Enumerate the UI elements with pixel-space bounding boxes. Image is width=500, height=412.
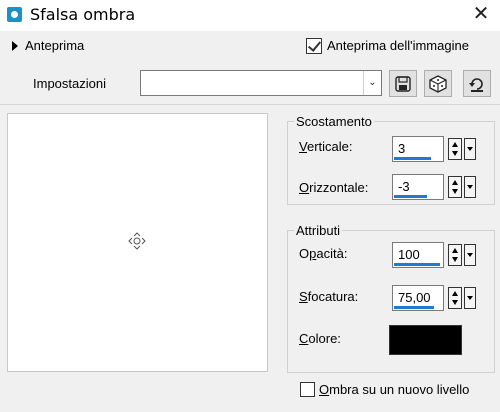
presets-dropdown[interactable]: [140, 70, 382, 96]
opacity-spinner[interactable]: 100: [392, 242, 478, 268]
shadow-color-swatch[interactable]: [389, 325, 462, 355]
blur-spinner[interactable]: 75,00: [392, 285, 478, 311]
image-preview-label[interactable]: Anteprima dell'immagine: [327, 38, 469, 53]
vertical-label: Verticale:: [299, 139, 353, 154]
save-preset-button[interactable]: [389, 70, 417, 97]
horizontal-label: Orizzontale:: [299, 180, 369, 195]
reset-button[interactable]: [463, 70, 491, 97]
vertical-dropdown-arrow[interactable]: [464, 138, 476, 160]
opacity-label: Opacità:: [299, 246, 348, 261]
blur-label: Sfocatura:: [299, 289, 359, 304]
horizontal-dropdown-arrow[interactable]: [464, 176, 476, 198]
expand-triangle-icon[interactable]: [12, 41, 18, 51]
floppy-icon: [395, 76, 411, 92]
blur-fill-bar: [394, 306, 434, 309]
close-button[interactable]: ✕: [466, 2, 496, 26]
window-title: Sfalsa ombra: [30, 5, 136, 24]
opacity-fill-bar: [394, 263, 440, 266]
app-icon: [7, 7, 22, 22]
vertical-spinner[interactable]: 3: [392, 136, 478, 162]
chevron-down-icon[interactable]: ⌄: [363, 71, 381, 95]
color-label: Colore:: [299, 331, 341, 346]
vertical-stepper[interactable]: [448, 138, 462, 160]
new-layer-label[interactable]: Ombra su un nuovo livello: [319, 382, 469, 397]
opacity-stepper[interactable]: [448, 244, 462, 266]
vertical-fill-bar: [394, 157, 431, 160]
horizontal-fill-bar: [394, 195, 427, 198]
blur-stepper[interactable]: [448, 287, 462, 309]
horizontal-spinner[interactable]: -3: [392, 174, 478, 200]
dice-icon: [429, 75, 447, 93]
presets-label: Impostazioni: [33, 76, 106, 91]
separator: [0, 104, 500, 105]
move-cursor-icon: [128, 232, 146, 250]
attributes-group-title: Attributi: [294, 223, 343, 238]
opacity-dropdown-arrow[interactable]: [464, 244, 476, 266]
blur-dropdown-arrow[interactable]: [464, 287, 476, 309]
new-layer-checkbox[interactable]: [300, 382, 315, 397]
reset-icon: [469, 78, 483, 92]
offset-group-title: Scostamento: [294, 114, 374, 129]
image-preview-checkbox[interactable]: [306, 38, 322, 54]
preview-toggle-label[interactable]: Anteprima: [25, 38, 84, 53]
randomize-button[interactable]: [424, 70, 452, 97]
horizontal-stepper[interactable]: [448, 176, 462, 198]
